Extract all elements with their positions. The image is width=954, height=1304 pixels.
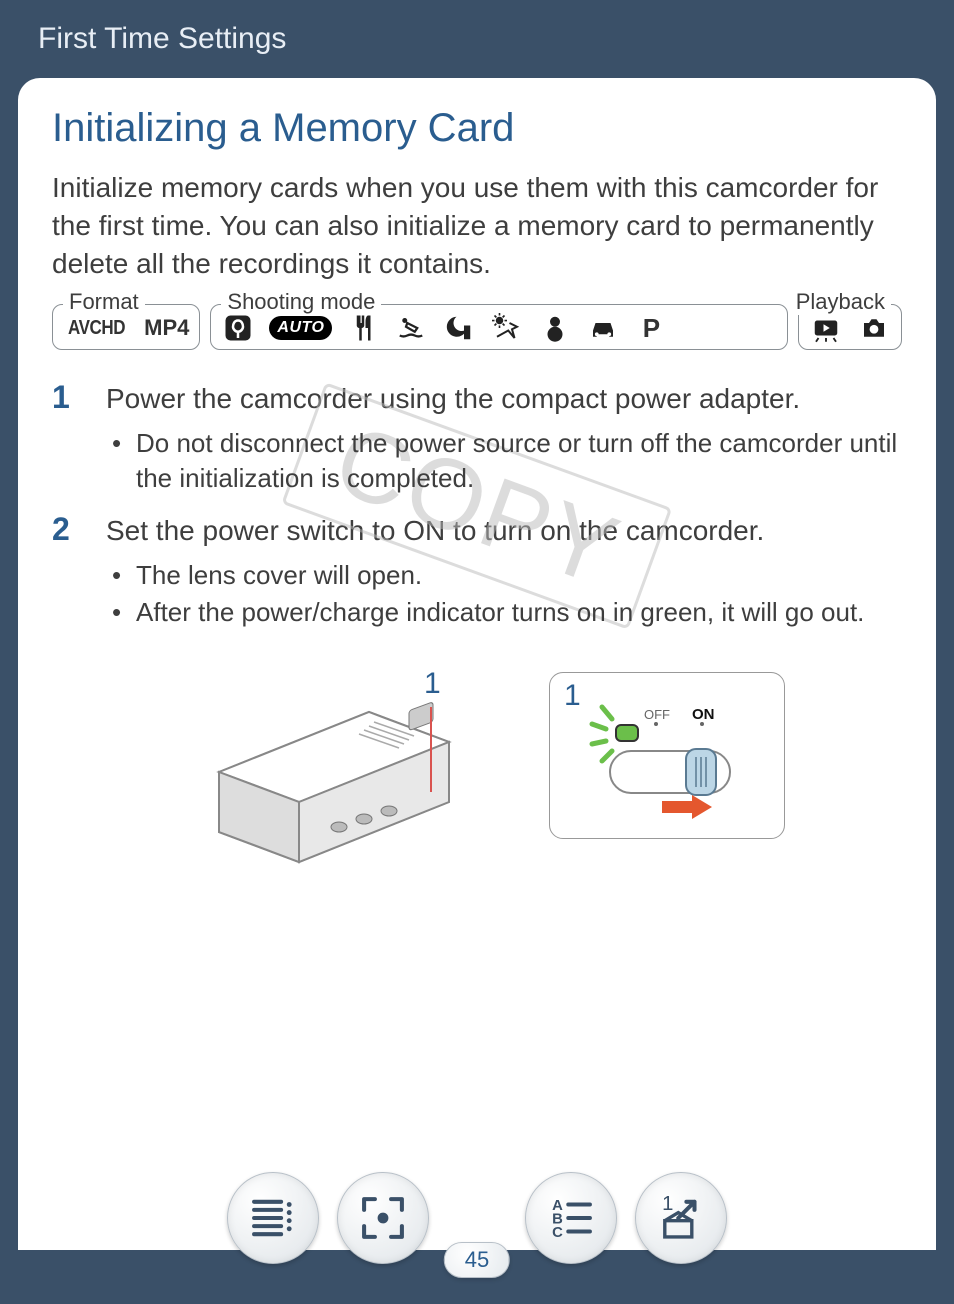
- diver-icon: [394, 313, 428, 343]
- mode-bar: Format AVCHD MP4 Shooting mode AUTO: [52, 304, 902, 350]
- step-bullet: The lens cover will open.: [106, 558, 902, 593]
- camcorder-illustration: 1: [169, 672, 489, 877]
- step-1: 1 Power the camcorder using the compact …: [52, 380, 902, 498]
- macro-icon: [221, 313, 255, 343]
- snowman-icon: [538, 313, 572, 343]
- switch-on-label: ON: [692, 706, 715, 723]
- shooting-group: Shooting mode AUTO P: [210, 304, 788, 350]
- steps-list: COPY 1 Power the camcorder using the com…: [52, 380, 902, 632]
- beach-icon: [490, 313, 524, 343]
- step-2: 2 Set the power switch to ON to turn on …: [52, 512, 902, 632]
- breadcrumb: First Time Settings: [0, 0, 954, 74]
- playback-label: Playback: [790, 289, 891, 315]
- switch-off-label: OFF: [644, 707, 670, 722]
- mp4-icon: MP4: [144, 315, 189, 341]
- step-bullet: Do not disconnect the power source or tu…: [106, 426, 902, 496]
- car-icon: [586, 313, 620, 343]
- index-icon: A B C: [544, 1191, 598, 1245]
- return-icon: 1: [654, 1191, 708, 1245]
- page-number: 45: [444, 1242, 510, 1278]
- expand-button[interactable]: [337, 1172, 429, 1264]
- switch-illustration: 1 OFF ON: [549, 672, 785, 839]
- switch-callout: 1: [564, 679, 581, 713]
- step-number: 2: [52, 512, 106, 632]
- step-text: Set the power switch to ON to turn on th…: [106, 512, 902, 550]
- format-group: Format AVCHD MP4: [52, 304, 200, 350]
- cutlery-icon: [346, 313, 380, 343]
- expand-icon: [356, 1191, 410, 1245]
- photo-play-icon: [857, 313, 891, 343]
- illustration-row: 1 1 OFF ON: [52, 672, 902, 877]
- camcorder-callout: 1: [424, 667, 441, 701]
- toc-icon: [246, 1191, 300, 1245]
- step-number: 1: [52, 380, 106, 498]
- intro-text: Initialize memory cards when you use the…: [52, 169, 902, 282]
- format-label: Format: [63, 289, 145, 315]
- toc-button[interactable]: [227, 1172, 319, 1264]
- svg-text:C: C: [552, 1225, 563, 1241]
- page-card: Initializing a Memory Card Initialize me…: [18, 78, 936, 1256]
- auto-icon: AUTO: [269, 316, 332, 340]
- shooting-label: Shooting mode: [221, 289, 381, 315]
- page-title: Initializing a Memory Card: [52, 106, 902, 151]
- night-icon: [442, 313, 476, 343]
- footer-nav: A B C 1 45: [18, 1172, 936, 1264]
- avchd-icon: AVCHD: [68, 317, 125, 340]
- film-play-icon: [809, 313, 843, 343]
- step-bullet: After the power/charge indicator turns o…: [106, 595, 902, 630]
- svg-text:1: 1: [662, 1193, 673, 1215]
- playback-group: Playback: [798, 304, 902, 350]
- step-text: Power the camcorder using the compact po…: [106, 380, 902, 418]
- index-button[interactable]: A B C: [525, 1172, 617, 1264]
- p-icon: P: [634, 313, 668, 343]
- return-button[interactable]: 1: [635, 1172, 727, 1264]
